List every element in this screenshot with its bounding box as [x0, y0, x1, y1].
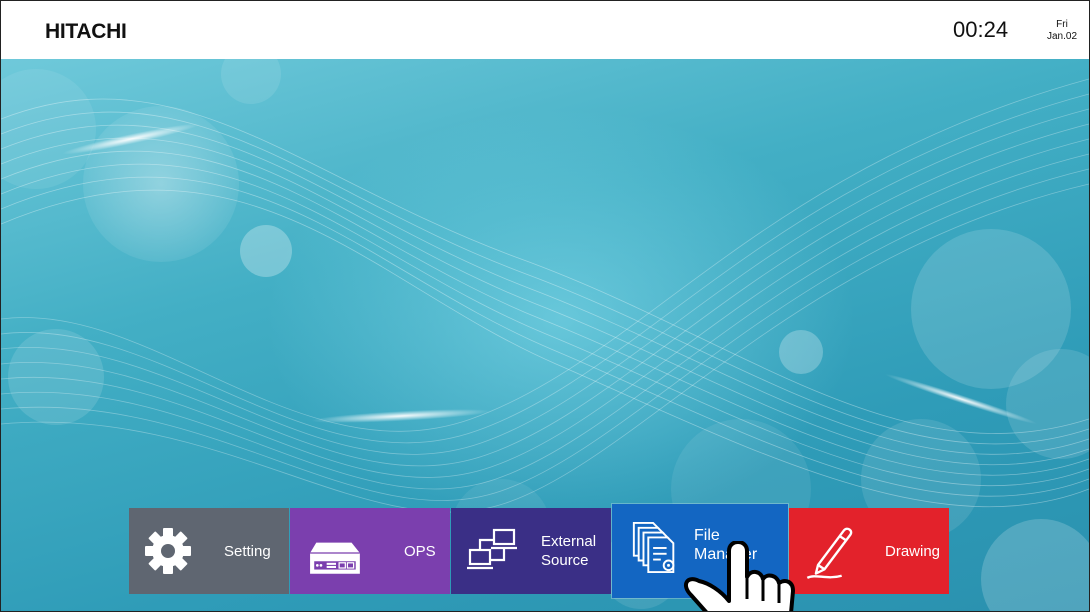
- external-source-icon: [467, 528, 517, 570]
- external-source-label-line1: External: [541, 533, 597, 550]
- pointing-hand-icon: [683, 541, 795, 611]
- app-tile-bar: Setting OPS External Source File Manager…: [129, 504, 950, 598]
- clock-time: 00:24: [953, 17, 1009, 42]
- ops-label: OPS: [404, 543, 436, 560]
- ops-tile[interactable]: OPS: [290, 508, 450, 594]
- setting-label: Setting: [224, 543, 271, 560]
- screen-frame: HITACHI 00:24 Fri Jan.02 Setting OPS Ext…: [0, 0, 1090, 612]
- external-source-label: External Source: [541, 532, 596, 570]
- brand-logo: HITACHI: [45, 20, 127, 43]
- drawing-tile[interactable]: Drawing: [789, 508, 949, 594]
- day-label: Fri: [1056, 19, 1068, 30]
- external-source-label-line2: Source: [541, 552, 589, 569]
- pen-icon: [806, 527, 853, 579]
- date-display: Fri Jan.02: [1045, 19, 1079, 43]
- setting-tile[interactable]: Setting: [129, 508, 289, 594]
- date-label: Jan.02: [1046, 31, 1078, 42]
- gear-icon: [145, 528, 191, 574]
- ops-box-icon: [310, 542, 360, 574]
- drawing-label: Drawing: [885, 543, 941, 560]
- top-bar: HITACHI 00:24 Fri Jan.02: [1, 1, 1089, 59]
- external-source-tile[interactable]: External Source: [451, 508, 611, 594]
